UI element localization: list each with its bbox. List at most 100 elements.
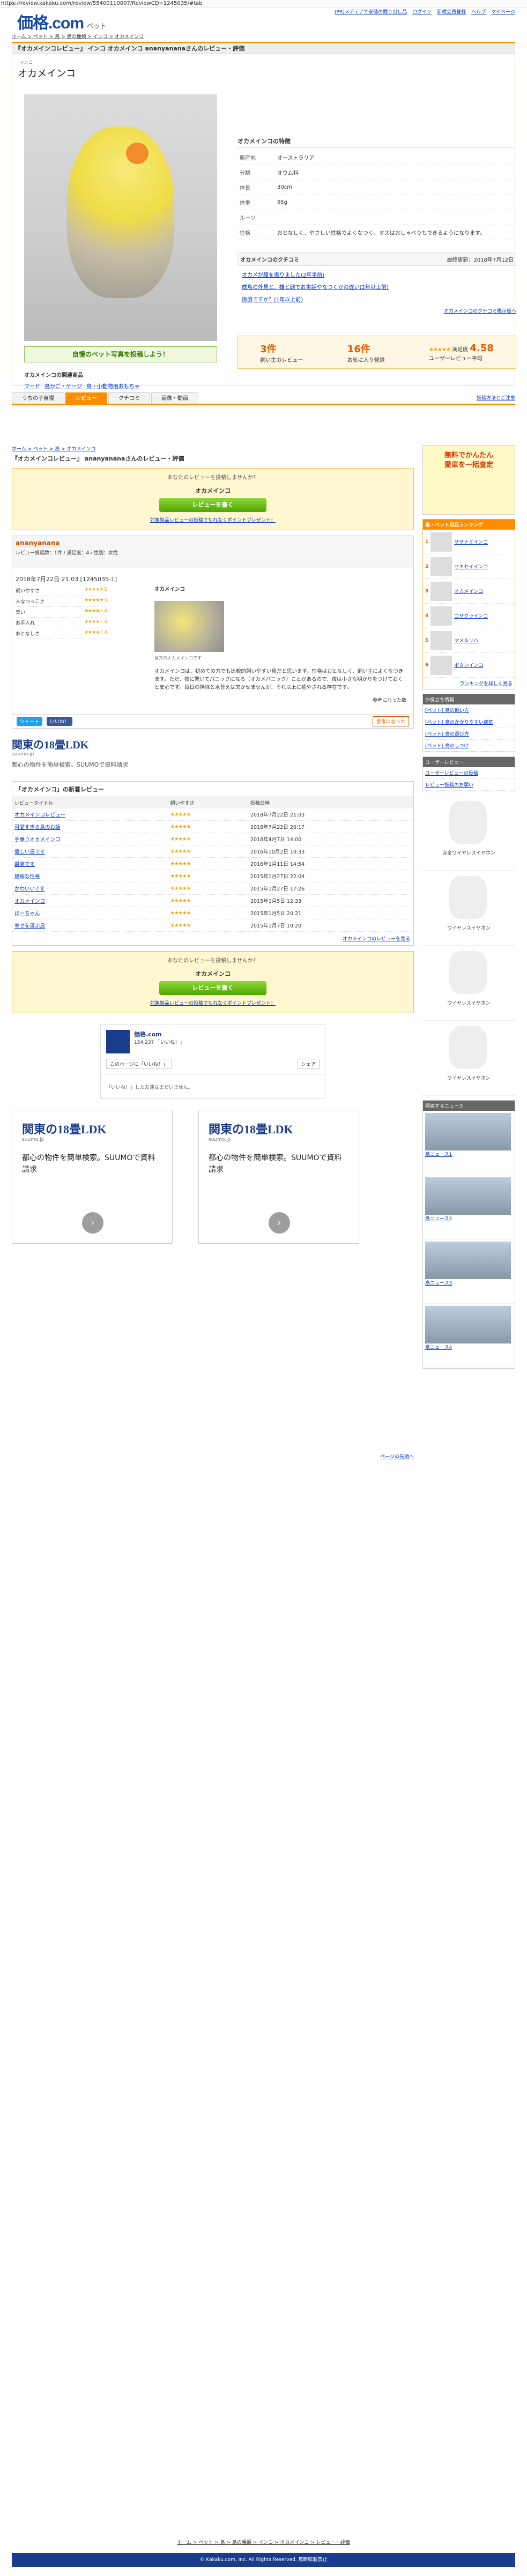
news-item[interactable]: 鳥ニュース3: [423, 1239, 515, 1304]
product-ad[interactable]: ワイヤレスイヤホン: [422, 871, 515, 946]
tweet-button[interactable]: ツイート: [17, 717, 43, 726]
point-link[interactable]: 対象製品レビューの投稿でもれなくポイントプレゼント！: [12, 999, 413, 1006]
header-nav-link[interactable]: 新規会員登録: [437, 10, 466, 15]
bird-illustration: [67, 127, 174, 298]
write-review-button[interactable]: レビューを書く: [159, 981, 266, 995]
product-ad[interactable]: ワイヤレスイヤホン: [422, 1021, 515, 1096]
rank-name[interactable]: オカメインコ: [454, 588, 483, 595]
review-link[interactable]: オカメインコレビュー: [12, 808, 168, 821]
facebook-widget: 価格.com 154,237 「いいね！」 このページに「いいね！」 シェア 「い…: [100, 1024, 325, 1099]
rank-name[interactable]: ボタンインコ: [454, 662, 483, 669]
prompt-question: あなたのレビューを投稿しませんか？: [167, 958, 258, 964]
review-photo[interactable]: [154, 601, 224, 652]
review-link[interactable]: 臆病な性格: [12, 870, 168, 882]
review-link[interactable]: かわいいです: [12, 882, 168, 895]
related-product-link[interactable]: フード: [24, 384, 40, 390]
header-nav-link[interactable]: (PR)メディアで安値の掘り出し品: [335, 10, 407, 15]
fb-share-button[interactable]: シェア: [297, 1059, 320, 1069]
tab-2[interactable]: クチコミ: [108, 392, 150, 404]
news-heading: 関連するニュース: [423, 1101, 515, 1111]
review-link[interactable]: 幸せを運ぶ鳥: [12, 919, 168, 932]
score-label: 臭い: [16, 610, 26, 615]
review-date: 2018年7月22日 21:03 [1245035-1]: [16, 576, 117, 583]
product-ad[interactable]: 完全ワイヤレスイヤホン: [422, 796, 515, 871]
spec-row: 性格 おとなしく、やさしい性格でよくなつく。オスはおしゃべりもできるようになります…: [237, 225, 516, 240]
helpful-button[interactable]: 参考になった: [372, 716, 409, 726]
header-nav-link[interactable]: ログイン: [412, 10, 432, 15]
related-product-link[interactable]: 鳥・小動物用おもちゃ: [86, 384, 140, 390]
fb-like-button[interactable]: このページに「いいね！」: [106, 1059, 172, 1069]
review-link[interactable]: ほーちゃん: [12, 907, 168, 919]
useful-link[interactable]: [ペット] 鳥のかかりやすい病気: [423, 716, 515, 728]
spec-key: 体長: [237, 180, 275, 195]
tip-item[interactable]: オカメが腰を振りました(2年半前): [242, 268, 512, 280]
ad-banner-3[interactable]: 関東の18畳LDK suumo.jp 都心の物件を簡単検索。SUUMOで資料請求 ›: [198, 1110, 359, 1244]
tip-item[interactable]: 成鳥の外見と、雄と雌でお世話やなつくかの違い(2年以上前): [242, 280, 512, 293]
news-title[interactable]: 鳥ニュース1: [425, 1150, 513, 1157]
rank-name[interactable]: セキセイインコ: [454, 563, 488, 570]
ranking-item[interactable]: 1 サザナミインコ: [423, 530, 515, 554]
review-link[interactable]: 手乗りオカメインコ: [12, 833, 168, 845]
rating-stars: ★★★★★: [168, 845, 248, 858]
review-link[interactable]: オカメインコ: [12, 894, 168, 907]
breadcrumb[interactable]: ホーム > ペット > 鳥 > 鳥の種類 > インコ > オカメインコ: [12, 32, 515, 42]
news-title[interactable]: 鳥ニュース3: [425, 1279, 513, 1286]
site-logo[interactable]: 価格.com ペット: [17, 10, 107, 33]
tabs-right-link[interactable]: 投稿方法とご注意: [477, 392, 515, 404]
rank-name[interactable]: マメルリハ: [454, 637, 478, 644]
review-date: 2015年1月27日 22:04: [248, 870, 413, 882]
reviewer-name[interactable]: ananyanana: [16, 539, 410, 547]
ranking-item[interactable]: 2 セキセイインコ: [423, 554, 515, 579]
review-count-label: 飼い主のレビュー: [260, 357, 303, 363]
tip-item[interactable]: 換羽ですか？(1年以上前): [242, 293, 512, 305]
score-sub-label: ユーザーレビュー平均: [429, 356, 483, 362]
ad-banner-1[interactable]: 関東の18畳LDK suumo.jp 都心の物件を簡単検索。SUUMOで資料請求: [12, 736, 414, 778]
table-row: オカメインコレビュー ★★★★★ 2018年7月22日 21:03: [12, 808, 413, 821]
related-product-link[interactable]: 鳥かご・ケージ: [44, 384, 82, 390]
ranking-item[interactable]: 4 コザクラインコ: [423, 604, 515, 628]
useful-link[interactable]: [ペット] 鳥の選び方: [423, 728, 515, 740]
point-link[interactable]: 対象製品レビューの投稿でもれなくポイントプレゼント！: [12, 516, 413, 523]
review-link[interactable]: 優しい鳥です: [12, 845, 168, 858]
spec-row: 体長 30cm: [237, 180, 516, 195]
user-review-link[interactable]: レビュー投稿のお願い: [423, 779, 515, 791]
header-nav-link[interactable]: マイページ: [491, 10, 515, 15]
footer-breadcrumb[interactable]: ホーム > ペット > 鳥 > 鳥の種類 > インコ > オカメインコ > レビ…: [0, 2538, 527, 2545]
table-row: 手乗りオカメインコ ★★★★★ 2018年4月7日 14:00: [12, 833, 413, 845]
tab-3[interactable]: 画像・動画: [151, 392, 198, 404]
breadcrumb-secondary[interactable]: ホーム > ペット > 鳥 > オカメインコ: [12, 445, 414, 452]
tab-0[interactable]: うちの子自慢: [12, 392, 64, 404]
ad-banner-2[interactable]: 関東の18畳LDK suumo.jp 都心の物件を簡単検索。SUUMOで資料請求 ›: [12, 1110, 173, 1244]
news-item[interactable]: 鳥ニュース1: [423, 1111, 515, 1175]
post-photo-button[interactable]: 自慢のペット写真を投稿しよう！: [24, 346, 217, 362]
url-bar[interactable]: https://review.kakaku.com/review/5540011…: [0, 0, 527, 8]
ranking-more-link[interactable]: ランキングを詳しく見る: [423, 678, 515, 689]
sidebar-ad[interactable]: 無料でかんたん 愛車を一括査定: [422, 445, 515, 515]
news-title[interactable]: 鳥ニュース2: [425, 1215, 513, 1222]
ranking-item[interactable]: 6 ボタンインコ: [423, 653, 515, 678]
rank-name[interactable]: コザクラインコ: [454, 612, 488, 619]
ranking-item[interactable]: 3 オカメインコ: [423, 579, 515, 604]
news-item[interactable]: 鳥ニュース4: [423, 1304, 515, 1368]
tab-1[interactable]: レビュー: [65, 392, 107, 404]
rank-number: 2: [425, 563, 429, 569]
product-ad[interactable]: ワイヤレスイヤホン: [422, 946, 515, 1021]
write-review-button[interactable]: レビューを書く: [159, 498, 266, 512]
table-row: 幸せを運ぶ鳥 ★★★★★ 2015年1月7日 10:20: [12, 919, 413, 932]
header-nav-link[interactable]: ヘルプ: [471, 10, 486, 15]
ranking-item[interactable]: 5 マメルリハ: [423, 628, 515, 653]
tips-more-link[interactable]: オカメインコのクチコミ掲示板へ: [237, 307, 516, 314]
like-button[interactable]: いいね！: [47, 717, 73, 726]
review-link[interactable]: 可愛すぎる鳥のお話: [12, 820, 168, 833]
page-top-link[interactable]: ページの先頭へ: [380, 1453, 414, 1460]
rank-name[interactable]: サザナミインコ: [454, 538, 488, 545]
review-link[interactable]: 最高です: [12, 857, 168, 870]
more-reviews-link[interactable]: オカメインコのレビューを見る: [12, 932, 413, 945]
useful-link[interactable]: [ペット] 鳥の飼い方: [423, 704, 515, 716]
review-date: 2016年10月2日 10:33: [248, 845, 413, 858]
useful-link[interactable]: [ペット] 鳥のしつけ: [423, 740, 515, 752]
news-item[interactable]: 鳥ニュース2: [423, 1175, 515, 1239]
product-name: ワイヤレスイヤホン: [447, 926, 491, 931]
news-title[interactable]: 鳥ニュース4: [425, 1343, 513, 1350]
user-review-link[interactable]: ユーザーレビューの投稿: [423, 767, 515, 779]
